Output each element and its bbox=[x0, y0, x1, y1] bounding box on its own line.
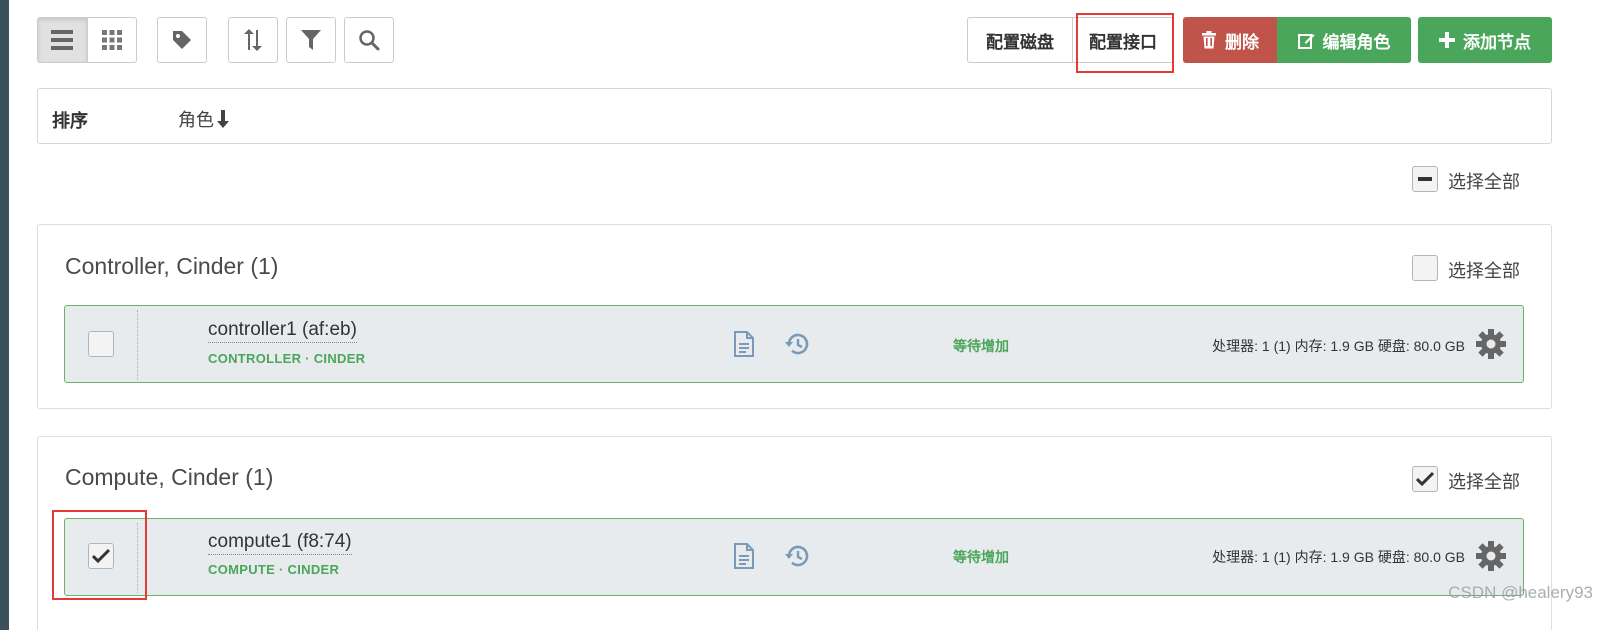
group-title: Compute, Cinder (1) bbox=[65, 464, 274, 490]
node-checkbox[interactable] bbox=[88, 331, 114, 357]
add-nodes-label: 添加节点 bbox=[1463, 32, 1531, 52]
list-icon bbox=[51, 30, 74, 50]
node-checkbox[interactable] bbox=[88, 543, 114, 569]
watermark: CSDN @healery93 bbox=[1448, 583, 1593, 602]
arrow-down-icon bbox=[217, 110, 229, 128]
labels-button[interactable] bbox=[157, 17, 207, 63]
edit-roles-label: 编辑角色 bbox=[1322, 32, 1391, 52]
sort-role-label: 角色 bbox=[178, 110, 214, 130]
sort-bar: 排序 角色 bbox=[37, 88, 1552, 144]
delete-button[interactable]: 删除 bbox=[1183, 17, 1277, 63]
filter-icon bbox=[301, 30, 321, 50]
plus-icon bbox=[1439, 32, 1455, 48]
group-select-all-label: 选择全部 bbox=[1448, 261, 1520, 281]
gear-icon[interactable] bbox=[1475, 328, 1507, 360]
group-select-all-checkbox[interactable] bbox=[1412, 466, 1438, 492]
checkmark-icon bbox=[1416, 471, 1434, 487]
sort-icon bbox=[244, 29, 262, 51]
node-row[interactable]: compute1 (f8:74) COMPUTE · CINDER 等待增加 处… bbox=[64, 518, 1524, 596]
edit-roles-button[interactable]: 编辑角色 bbox=[1277, 17, 1411, 63]
configure-disks-button[interactable]: 配置磁盘 bbox=[967, 17, 1073, 63]
configure-interfaces-button[interactable]: 配置接口 bbox=[1072, 17, 1174, 63]
node-divider bbox=[137, 310, 138, 380]
grid-icon bbox=[101, 30, 122, 50]
edit-icon bbox=[1297, 33, 1314, 49]
trash-icon bbox=[1202, 31, 1216, 49]
sort-button[interactable] bbox=[228, 17, 278, 63]
left-nav-strip bbox=[0, 0, 9, 630]
node-status: 等待增加 bbox=[953, 549, 1009, 565]
node-row[interactable]: controller1 (af:eb) CONTROLLER · CINDER … bbox=[64, 305, 1524, 383]
tag-icon bbox=[173, 31, 191, 49]
sort-label: 排序 bbox=[52, 111, 88, 131]
filter-button[interactable] bbox=[286, 17, 336, 63]
node-name[interactable]: controller1 (af:eb) bbox=[208, 319, 357, 343]
node-specs: 处理器: 1 (1) 内存: 1.9 GB 硬盘: 80.0 GB bbox=[1212, 549, 1465, 565]
history-icon[interactable] bbox=[784, 332, 810, 356]
group-select-all-label: 选择全部 bbox=[1448, 472, 1520, 492]
node-name[interactable]: compute1 (f8:74) bbox=[208, 531, 352, 555]
list-view-button[interactable] bbox=[38, 18, 88, 62]
node-status: 等待增加 bbox=[953, 338, 1009, 354]
search-button[interactable] bbox=[344, 17, 394, 63]
node-specs: 处理器: 1 (1) 内存: 1.9 GB 硬盘: 80.0 GB bbox=[1212, 338, 1465, 354]
gear-icon[interactable] bbox=[1475, 540, 1507, 572]
group-title: Controller, Cinder (1) bbox=[65, 253, 279, 279]
grid-view-button[interactable] bbox=[88, 18, 137, 62]
checkmark-icon bbox=[92, 548, 110, 564]
search-icon bbox=[359, 30, 380, 51]
select-all-nodes-checkbox[interactable] bbox=[1412, 166, 1438, 192]
sort-by-role[interactable]: 角色 bbox=[178, 106, 230, 132]
select-all-nodes-label: 选择全部 bbox=[1448, 172, 1520, 192]
document-icon[interactable] bbox=[734, 543, 754, 569]
delete-label: 删除 bbox=[1225, 32, 1259, 52]
document-icon[interactable] bbox=[734, 331, 754, 357]
add-nodes-button[interactable]: 添加节点 bbox=[1418, 17, 1552, 63]
minus-icon bbox=[1418, 177, 1432, 181]
node-divider bbox=[137, 523, 138, 593]
history-icon[interactable] bbox=[784, 544, 810, 568]
view-mode-toggle bbox=[37, 17, 137, 63]
node-roles: COMPUTE · CINDER bbox=[208, 562, 340, 577]
node-roles: CONTROLLER · CINDER bbox=[208, 351, 366, 366]
group-select-all-checkbox[interactable] bbox=[1412, 255, 1438, 281]
